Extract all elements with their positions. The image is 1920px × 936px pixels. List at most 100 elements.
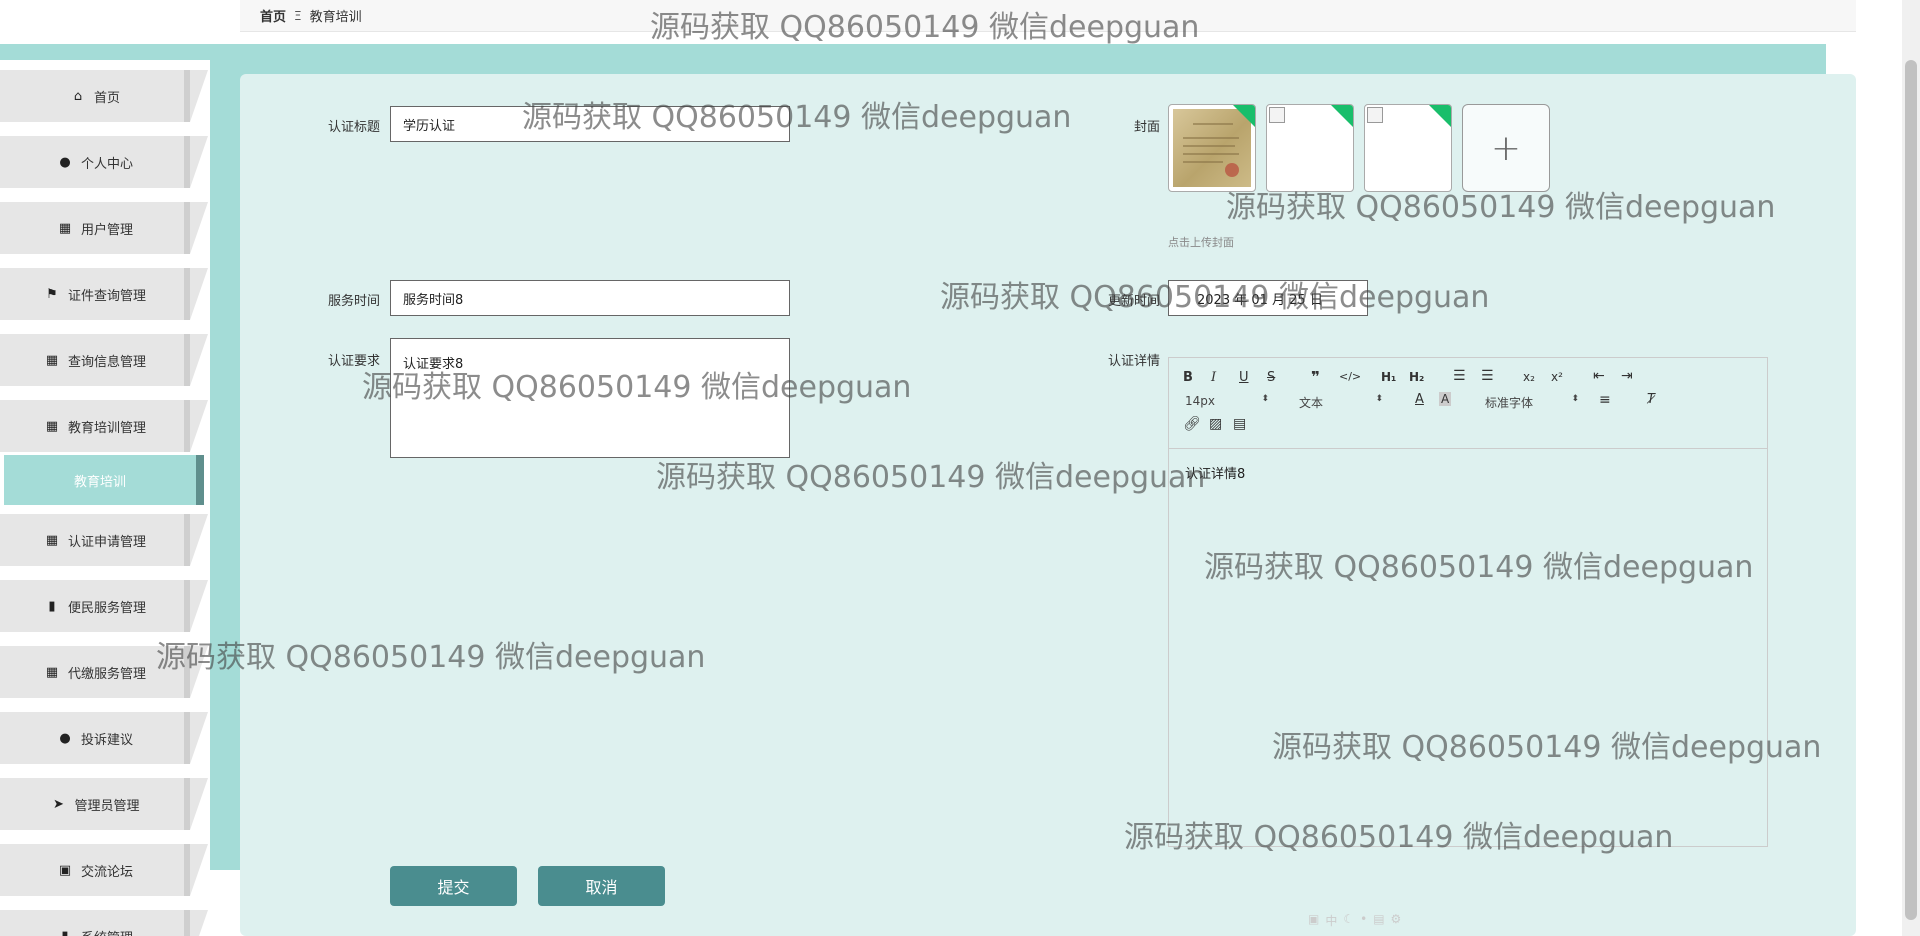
text-type-value: 文本	[1299, 396, 1324, 410]
font-size-select[interactable]: 14px ⬍	[1185, 394, 1269, 408]
bar-chart-icon: ▮	[61, 928, 69, 936]
sidebar-item-public-service[interactable]: ▮ 便民服务管理	[0, 580, 208, 632]
sidebar-item-profile[interactable]: ● 个人中心	[0, 136, 208, 188]
cover-upload-hint: 点击上传封面	[1168, 236, 1234, 249]
sidebar-item-certification-apply[interactable]: ▦ 认证申请管理	[0, 514, 208, 566]
ime-toolbar: ▣ 中 ☾ • ▤ ⚙	[1308, 912, 1401, 929]
grid-icon: ▦	[45, 418, 59, 434]
service-time-input[interactable]: 服务时间8	[390, 280, 790, 316]
sidebar-item-label: 个人中心	[80, 156, 133, 172]
breadcrumb-separator: Ξ	[294, 8, 302, 23]
sidebar-item-home[interactable]: ⌂ 首页	[0, 70, 208, 122]
select-arrows-icon: ⬍	[1375, 394, 1383, 404]
page-scrollbar[interactable]	[1902, 0, 1920, 936]
ordered-list-icon[interactable]: ☰	[1453, 368, 1466, 384]
sidebar-item-label: 认证申请管理	[67, 534, 146, 550]
sidebar-item-label: 管理员管理	[74, 798, 140, 814]
ime-icon: 中	[1325, 914, 1338, 928]
ime-icon: ▤	[1373, 912, 1385, 926]
breadcrumb-home[interactable]: 首页	[260, 6, 286, 25]
sidebar-item-label: 证件查询管理	[67, 288, 146, 304]
user-icon: ●	[59, 730, 71, 746]
sidebar-item-label: 代缴服务管理	[67, 666, 146, 682]
bar-chart-icon: ▮	[48, 598, 56, 614]
subscript-icon[interactable]: x₂	[1523, 370, 1535, 384]
background-color-icon[interactable]: A	[1439, 392, 1452, 406]
ime-icon: ▣	[1308, 912, 1320, 926]
ime-icon: ☾	[1343, 912, 1355, 926]
cover-label: 封面	[1133, 120, 1160, 135]
image-icon[interactable]: ▨	[1209, 416, 1222, 432]
sidebar-item-users[interactable]: ▦ 用户管理	[0, 202, 208, 254]
sidebar-item-forum[interactable]: ▣ 交流论坛	[0, 844, 208, 896]
flag-icon: ⚑	[46, 286, 58, 302]
success-corner-icon	[1330, 105, 1353, 128]
update-time-input[interactable]: 2023 年 01 月 25 日	[1168, 280, 1368, 316]
rich-text-editor: B I U S ❞ </> H₁ H₂ ☰ ☰ x₂ x² ⇤ ⇥ 14px ⬍ …	[1168, 357, 1768, 847]
cover-image-1[interactable]	[1168, 104, 1256, 192]
breadcrumb: 首页 Ξ 教育培训	[240, 0, 1856, 32]
sidebar-item-label: 交流论坛	[80, 864, 133, 880]
grid-icon: ▦	[45, 532, 59, 548]
date-value: 2023 年 01 月 25 日	[1197, 292, 1323, 308]
outdent-icon[interactable]: ⇤	[1593, 368, 1605, 384]
video-icon[interactable]: ▤	[1233, 416, 1246, 432]
italic-icon[interactable]: I	[1211, 370, 1216, 385]
scrollbar-thumb[interactable]	[1905, 60, 1917, 920]
sidebar-item-query-info[interactable]: ▦ 查询信息管理	[0, 334, 208, 386]
detail-label: 认证详情	[1107, 354, 1160, 369]
broken-image-icon	[1367, 107, 1383, 123]
underline-icon[interactable]: U	[1239, 370, 1249, 385]
link-icon[interactable]: 🔗︎	[1183, 416, 1201, 432]
indent-icon[interactable]: ⇥	[1621, 368, 1633, 384]
requirement-label: 认证要求	[327, 354, 380, 369]
clipboard-icon: ▣	[58, 862, 72, 878]
send-icon: ➤	[53, 796, 64, 812]
bold-icon[interactable]: B	[1183, 370, 1193, 385]
sidebar-item-label: 首页	[93, 90, 120, 106]
editor-content[interactable]: 认证详情8	[1169, 449, 1767, 496]
sidebar-item-education[interactable]: ▦ 教育培训管理	[0, 400, 208, 452]
text-type-select[interactable]: 文本 ⬍	[1299, 394, 1383, 411]
requirement-textarea[interactable]: 认证要求8	[390, 338, 790, 458]
submit-button[interactable]: 提交	[390, 866, 517, 906]
upload-cover-button[interactable]: +	[1462, 104, 1550, 192]
cover-image-2[interactable]	[1266, 104, 1354, 192]
service-time-label: 服务时间	[327, 294, 380, 309]
heading1-icon[interactable]: H₁	[1381, 370, 1396, 384]
strike-icon[interactable]: S	[1267, 370, 1275, 385]
title-input[interactable]: 学历认证	[390, 106, 790, 142]
font-family-select[interactable]: 标准字体 ⬍	[1485, 394, 1579, 411]
select-arrows-icon: ⬍	[1571, 394, 1579, 404]
cover-image-3[interactable]	[1364, 104, 1452, 192]
home-icon: ⌂	[73, 88, 83, 104]
bullet-list-icon[interactable]: ☰	[1481, 368, 1494, 384]
heading2-icon[interactable]: H₂	[1409, 370, 1424, 384]
sidebar-item-label: 教育培训管理	[67, 420, 146, 436]
sidebar-item-complaints[interactable]: ● 投诉建议	[0, 712, 208, 764]
sidebar-item-admins[interactable]: ➤ 管理员管理	[0, 778, 208, 830]
sidebar-item-system[interactable]: ▮ 系统管理	[0, 910, 208, 936]
ime-icon: ⚙	[1390, 912, 1402, 926]
sidebar-item-certificate-query[interactable]: ⚑ 证件查询管理	[0, 268, 208, 320]
font-color-icon[interactable]: A	[1415, 392, 1424, 407]
blockquote-icon[interactable]: ❞	[1311, 368, 1320, 386]
align-icon[interactable]: ≡	[1599, 392, 1611, 408]
font-size-value: 14px	[1185, 394, 1215, 408]
sidebar-item-label: 系统管理	[81, 927, 133, 936]
sidebar-subitem-education-training[interactable]: 教育培训	[4, 455, 204, 505]
ime-icon: •	[1360, 912, 1368, 926]
clear-format-icon[interactable]: T̷	[1647, 392, 1655, 407]
success-corner-icon	[1232, 105, 1255, 128]
grid-icon: ▦	[45, 664, 59, 680]
cancel-button[interactable]: 取消	[538, 866, 665, 906]
superscript-icon[interactable]: x²	[1551, 370, 1563, 384]
success-corner-icon	[1428, 105, 1451, 128]
breadcrumb-current: 教育培训	[309, 10, 362, 25]
code-block-icon[interactable]: </>	[1339, 370, 1361, 383]
grid-icon: ▦	[45, 352, 59, 368]
user-icon: ●	[59, 154, 71, 170]
sidebar-item-payment-service[interactable]: ▦ 代缴服务管理	[0, 646, 208, 698]
broken-image-icon	[1269, 107, 1285, 123]
sidebar: ⌂ 首页 ● 个人中心 ▦ 用户管理 ⚑ 证件查询管理 ▦ 查询信息管理 ▦ 教…	[0, 60, 210, 936]
